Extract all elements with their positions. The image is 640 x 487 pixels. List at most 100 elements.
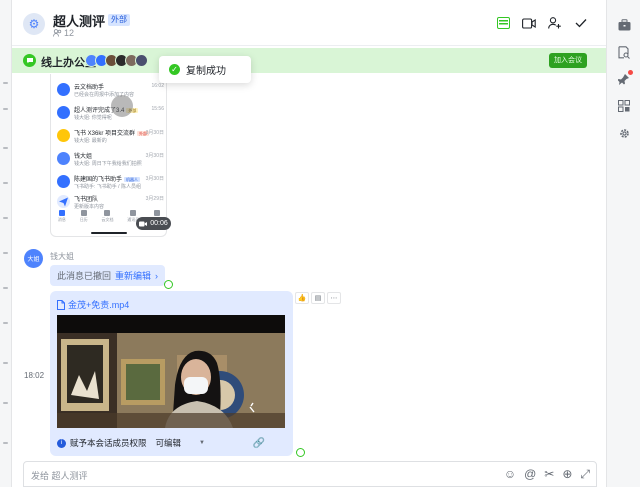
file-name[interactable]: 金茂+免责.mp4 bbox=[57, 298, 129, 311]
add-member-icon[interactable] bbox=[548, 16, 562, 30]
file-name-text: 金茂+免责.mp4 bbox=[68, 300, 130, 310]
video-frame bbox=[57, 315, 285, 428]
recalled-message: 此消息已撤回 重新编辑 › bbox=[50, 265, 166, 286]
avatar bbox=[57, 175, 70, 188]
toast-text: 复制成功 bbox=[186, 66, 226, 77]
notification-dot bbox=[628, 70, 633, 75]
list-item-time: 3月30日 bbox=[145, 130, 164, 136]
avatar bbox=[57, 195, 70, 208]
join-meeting-button[interactable]: 加入会议 bbox=[549, 53, 587, 68]
video-preview[interactable] bbox=[57, 315, 285, 428]
left-tick bbox=[3, 442, 8, 444]
left-tick bbox=[3, 322, 8, 324]
scissors-icon[interactable]: ✂ bbox=[544, 467, 554, 482]
home-indicator bbox=[91, 232, 127, 234]
permission-row: i 赋予本会话成员权限 可编辑 ▼ 🔗 bbox=[57, 436, 285, 450]
check-icon[interactable] bbox=[574, 16, 588, 30]
list-item-sub: 钱大姐: 你觉得呢 bbox=[74, 115, 112, 121]
list-item: 陈建国的飞书助手 机器人 飞书助手: 飞书助手 / 陈人员组 3月30日 bbox=[51, 172, 166, 193]
chat-header: ⚙ 超人测评 外部 12 bbox=[12, 0, 606, 46]
list-item-name: 陈建国的飞书助手 机器人 bbox=[74, 174, 141, 183]
left-tick bbox=[3, 402, 8, 404]
right-toolbar bbox=[606, 0, 640, 487]
message-time: 18:02 bbox=[24, 371, 45, 380]
member-count-value: 12 bbox=[64, 28, 75, 38]
sheet-icon[interactable] bbox=[496, 16, 510, 30]
avatar bbox=[57, 106, 70, 119]
chat-main: ⚙ 超人测评 外部 12 线上办公室 加入会议 云文档助手 已经会在周报中添加了… bbox=[12, 0, 606, 487]
chat-bubble-icon bbox=[23, 54, 36, 67]
left-tick bbox=[3, 252, 8, 254]
grid-icon[interactable] bbox=[617, 99, 631, 113]
plus-icon[interactable]: ⊕ bbox=[562, 467, 572, 482]
list-item-name: 钱大姐 bbox=[74, 154, 93, 160]
list-item-sub: 更新版本内容 bbox=[74, 204, 105, 210]
left-tick bbox=[3, 362, 8, 364]
left-tick bbox=[3, 287, 8, 289]
gear-icon: ⚙ bbox=[28, 17, 40, 31]
list-item-sub: 钱大姐: 周日下午我给我们拍照 bbox=[74, 161, 142, 167]
member-count[interactable]: 12 bbox=[53, 28, 74, 38]
avatar bbox=[57, 129, 70, 142]
reply-icon[interactable]: ▤ bbox=[311, 292, 325, 304]
shared-screenshot[interactable]: 云文档助手 已经会在周报中添加了内容 16:02 超人测评完成了3.4 外部 钱大… bbox=[50, 74, 167, 237]
phone-tab: 云文档 bbox=[101, 210, 113, 223]
chevron-right-icon: › bbox=[155, 270, 159, 281]
video-call-icon[interactable] bbox=[522, 16, 536, 30]
list-item-time: 16:02 bbox=[151, 83, 164, 89]
read-status-icon[interactable] bbox=[164, 280, 173, 289]
group-avatar[interactable]: ⚙ bbox=[23, 13, 45, 35]
briefcase-icon[interactable] bbox=[617, 18, 631, 32]
composer-tools: ☺ @ ✂ ⊕ ⤢ bbox=[504, 467, 590, 482]
permission-text: 赋予本会话成员权限 bbox=[70, 438, 147, 448]
avatar bbox=[57, 83, 70, 96]
message-composer[interactable]: 发给 超人测评 ☺ @ ✂ ⊕ ⤢ bbox=[23, 461, 597, 487]
list-item-sub: 飞书助手: 飞书助手 / 陈人员组 bbox=[74, 184, 141, 190]
office-banner[interactable]: 线上办公室 加入会议 bbox=[12, 48, 606, 73]
file-icon bbox=[57, 299, 65, 310]
people-icon bbox=[53, 29, 62, 37]
doc-search-icon[interactable] bbox=[617, 45, 631, 59]
external-badge: 外部 bbox=[108, 14, 130, 26]
list-item-time: 3月30日 bbox=[145, 176, 164, 182]
success-check-icon: ✓ bbox=[169, 64, 180, 75]
emoji-icon[interactable]: ☺ bbox=[504, 467, 516, 482]
list-item-time: 3月30日 bbox=[145, 153, 164, 159]
copy-success-toast: ✓ 复制成功 bbox=[159, 56, 251, 83]
list-item: 钱大姐 钱大姐: 周日下午我给我们拍照 3月30日 bbox=[51, 149, 166, 170]
gear-icon[interactable] bbox=[617, 126, 631, 140]
permission-select[interactable]: 可编辑 bbox=[156, 437, 182, 449]
link-icon[interactable]: 🔗 bbox=[253, 438, 265, 449]
phone-tab: 日历 bbox=[80, 210, 88, 223]
list-item-time: 15:56 bbox=[151, 106, 164, 112]
expand-icon[interactable]: ⤢ bbox=[580, 467, 590, 482]
left-tick bbox=[3, 82, 8, 84]
more-icon[interactable]: ⋯ bbox=[327, 292, 341, 304]
recalled-text: 此消息已撤回 bbox=[57, 271, 112, 281]
list-item: 飞书 X36kr 项目交流群 外部 钱大姐: 最新的 3月30日 bbox=[51, 126, 166, 147]
pin-icon[interactable] bbox=[617, 70, 633, 86]
reedit-link[interactable]: 重新编辑 bbox=[115, 269, 151, 282]
info-icon: i bbox=[57, 438, 66, 448]
phone-tab: 消息 bbox=[58, 210, 66, 223]
touch-indicator bbox=[111, 95, 133, 117]
read-status-icon[interactable] bbox=[296, 448, 305, 457]
list-item-sub: 钱大姐: 最新的 bbox=[74, 138, 107, 144]
list-item-time: 3月29日 bbox=[145, 196, 164, 202]
send-icon bbox=[59, 197, 68, 207]
thumbs-up-icon[interactable]: 👍 bbox=[295, 292, 309, 304]
sender-name[interactable]: 钱大姐 bbox=[50, 251, 74, 262]
composer-placeholder[interactable]: 发给 超人测评 bbox=[31, 469, 88, 482]
video-file-card[interactable]: 金茂+免责.mp4 i 赋予本会话成员权限 可编辑 ▼ 🔗 bbox=[50, 291, 293, 456]
avatar bbox=[57, 152, 70, 165]
sender-avatar[interactable]: 大姐 bbox=[24, 249, 43, 268]
bot-tag: 机器人 bbox=[124, 177, 141, 182]
mention-icon[interactable]: @ bbox=[524, 467, 536, 482]
list-item-name: 云文档助手 bbox=[74, 85, 105, 91]
list-item-name: 飞书 X36kr 项目交流群 外部 bbox=[74, 128, 150, 137]
dropdown-arrow-icon[interactable]: ▼ bbox=[199, 440, 205, 446]
header-actions bbox=[496, 16, 588, 30]
left-tick bbox=[3, 182, 8, 184]
banner-avatars[interactable] bbox=[85, 54, 148, 67]
recording-pill: 00:06 bbox=[136, 217, 171, 230]
